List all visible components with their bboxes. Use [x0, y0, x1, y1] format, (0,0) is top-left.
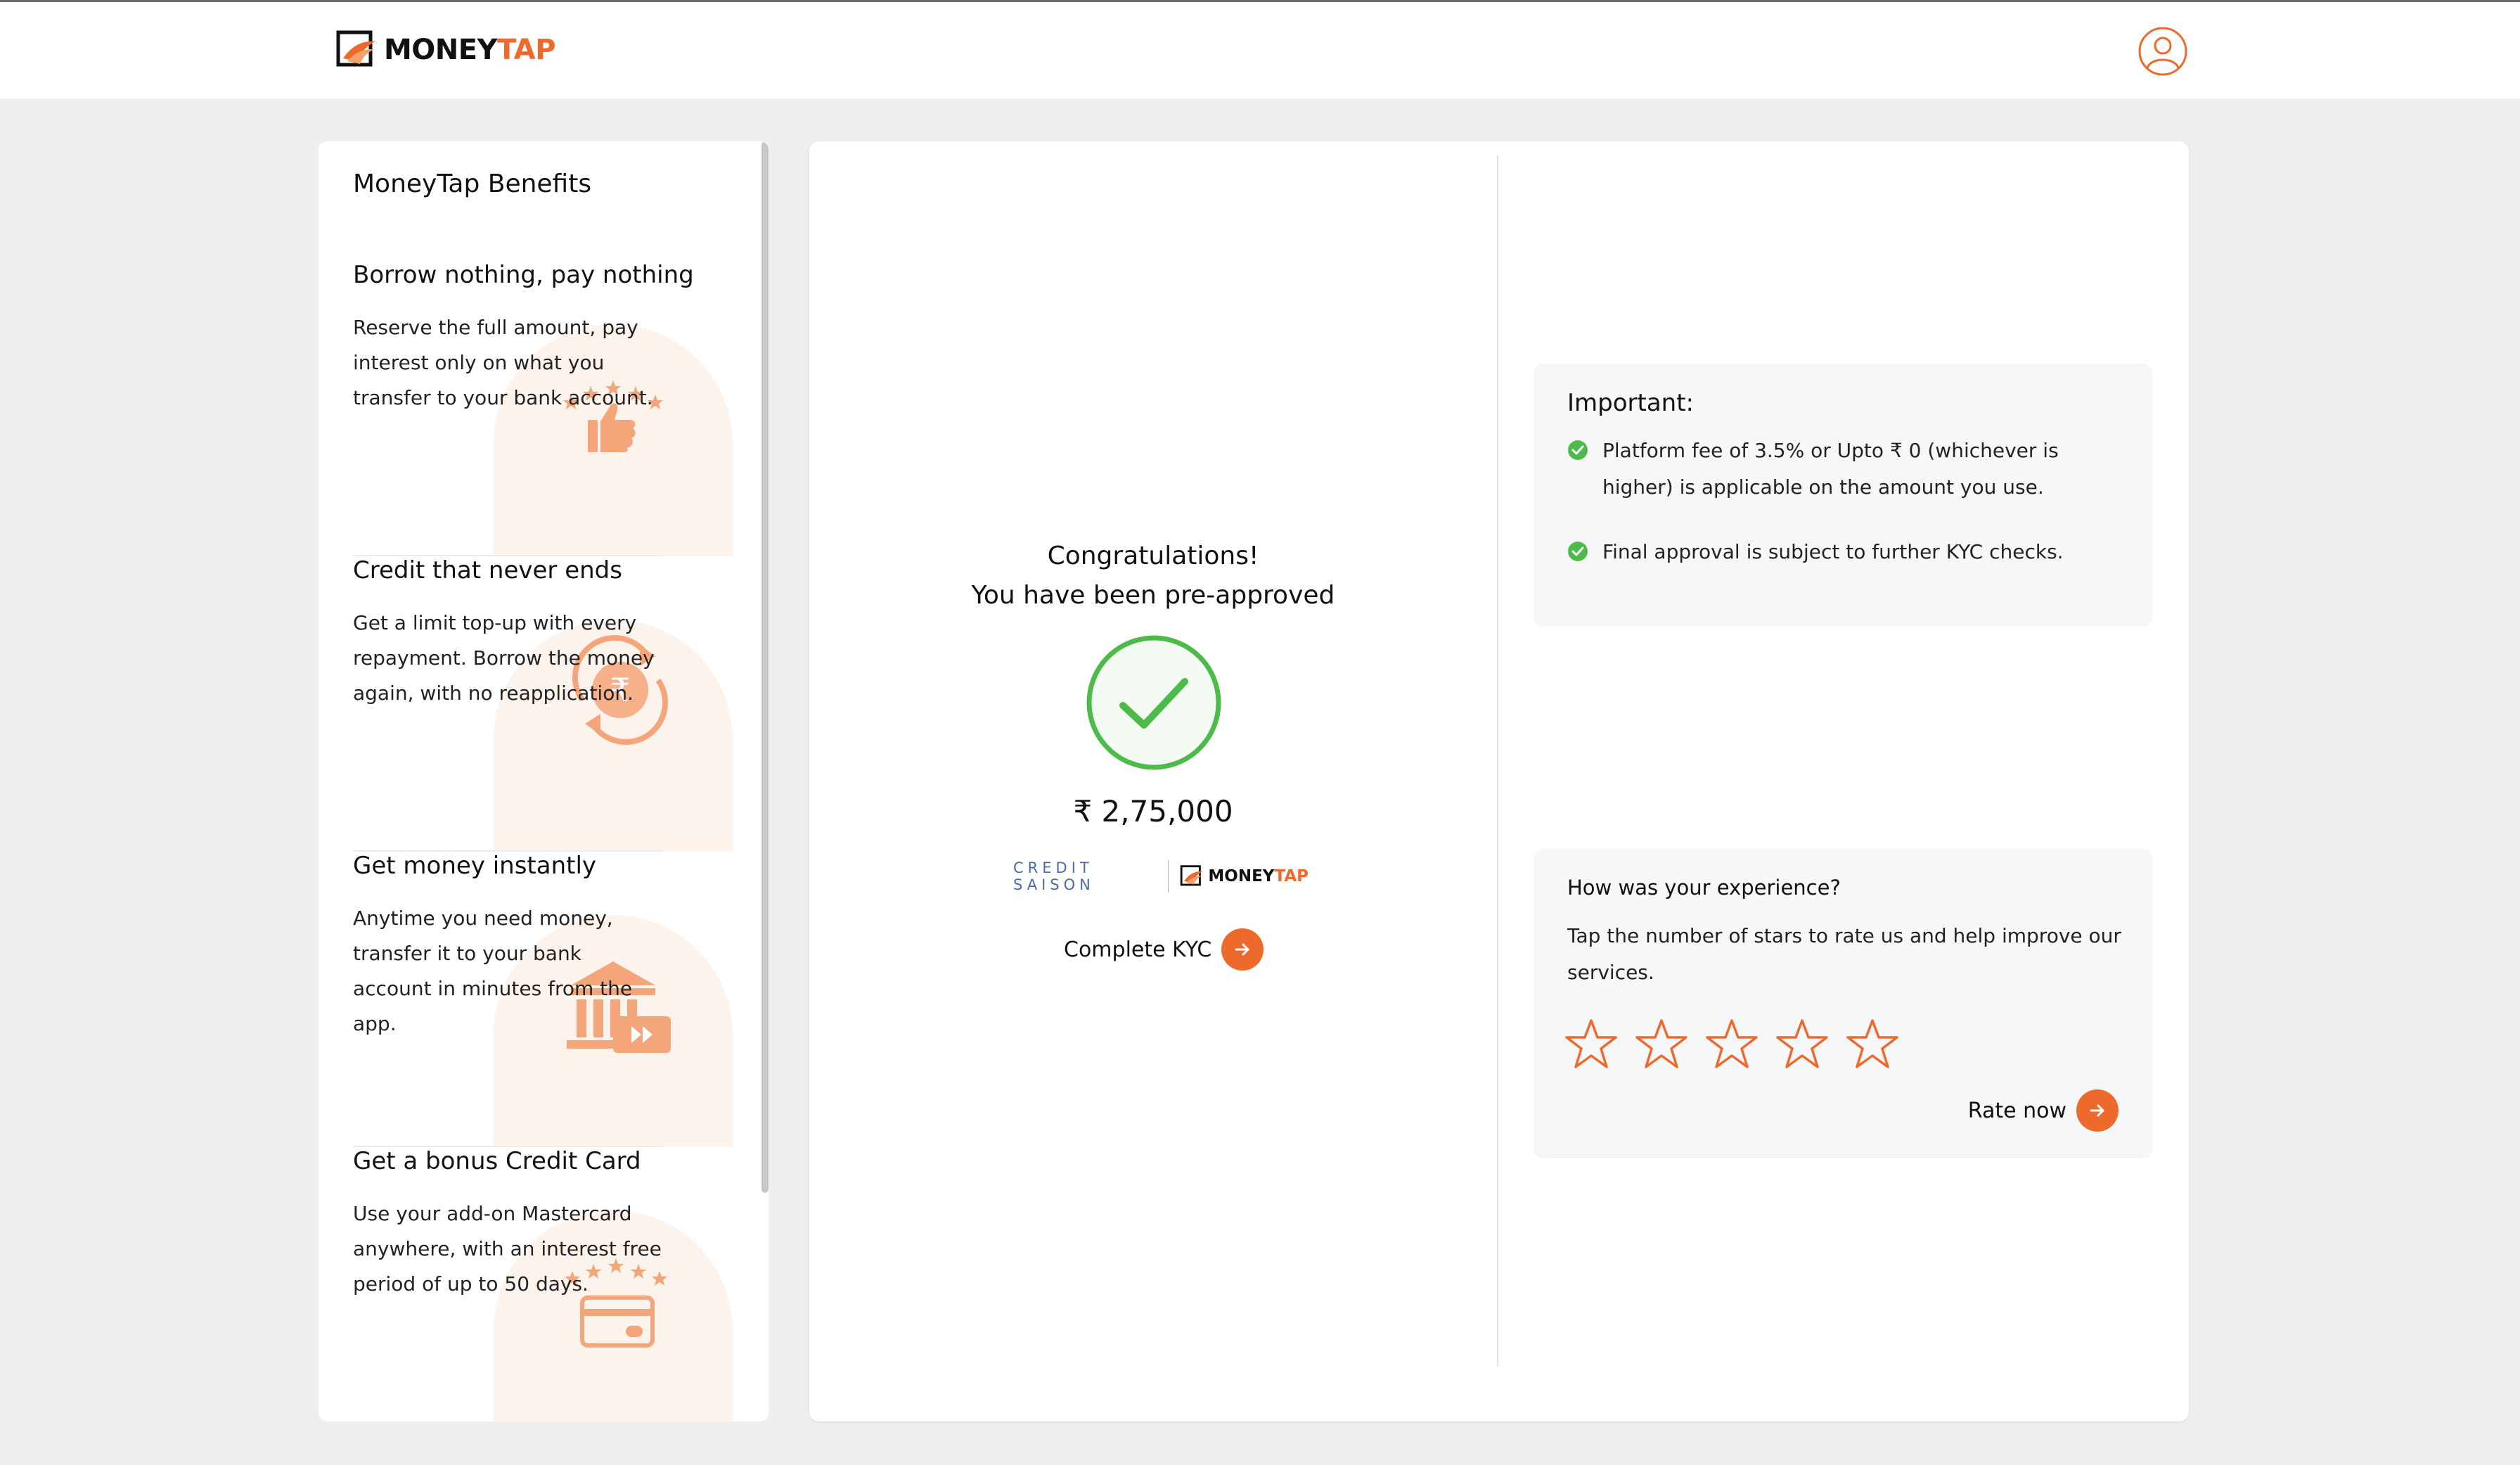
- small-logo-money: MONEY: [1208, 867, 1275, 885]
- benefit-description: Get a limit top-up with every repayment.…: [353, 611, 655, 705]
- benefit-description: Reserve the full amount, pay interest on…: [353, 316, 653, 409]
- success-check-icon: [1086, 635, 1221, 770]
- important-title: Important:: [1567, 389, 1695, 417]
- congrats-line-2: You have been pre-approved: [971, 581, 1335, 610]
- header: MONEYTAP: [0, 2, 2520, 98]
- important-item-text: Platform fee of 3.5% or Upto ₹ 0 (whiche…: [1602, 439, 2059, 499]
- benefit-item: Get a bonus Credit Card Use your add-on …: [353, 1147, 733, 1421]
- star-icon[interactable]: [1775, 1018, 1829, 1070]
- benefit-title: Get a bonus Credit Card: [353, 1147, 641, 1175]
- approved-amount: ₹ 2,75,000: [1073, 794, 1233, 829]
- star-rating: [1564, 1018, 1916, 1070]
- logo-text-tap: TAP: [497, 34, 556, 66]
- vertical-divider: [1497, 155, 1498, 1367]
- star-icon[interactable]: [1846, 1018, 1899, 1070]
- benefit-title: Borrow nothing, pay nothing: [353, 261, 694, 289]
- experience-description: Tap the number of stars to rate us and h…: [1567, 924, 2121, 984]
- benefit-item: Credit that never ends Get a limit top-u…: [353, 556, 733, 852]
- benefit-description: Anytime you need money, transfer it to y…: [353, 907, 633, 1035]
- important-item: Platform fee of 3.5% or Upto ₹ 0 (whiche…: [1567, 433, 2130, 506]
- user-icon[interactable]: [2138, 26, 2188, 77]
- congrats-line-1: Congratulations!: [1047, 542, 1259, 570]
- benefit-item: Borrow nothing, pay nothing Reserve the …: [353, 261, 733, 556]
- small-logo-tap: TAP: [1274, 867, 1309, 885]
- sidebar-scrollbar[interactable]: [761, 141, 769, 1193]
- star-icon[interactable]: [1635, 1018, 1688, 1070]
- small-logo-text: MONEYTAP: [1208, 867, 1309, 885]
- important-item: Final approval is subject to further KYC…: [1567, 534, 2130, 570]
- partner-logos: CREDIT SAISON MONEYTAP: [1013, 859, 1309, 894]
- logo-text: MONEYTAP: [384, 34, 556, 66]
- star-icon[interactable]: [1705, 1018, 1759, 1070]
- benefit-title: Credit that never ends: [353, 556, 622, 584]
- rate-now-label: Rate now: [1967, 1098, 2066, 1123]
- important-item-text: Final approval is subject to further KYC…: [1602, 540, 2064, 563]
- star-icon[interactable]: [1564, 1018, 1618, 1070]
- arrow-right-icon[interactable]: [2076, 1089, 2119, 1132]
- moneytap-logo[interactable]: MONEYTAP: [336, 29, 556, 71]
- experience-title: How was your experience?: [1567, 876, 1841, 900]
- arrow-right-icon[interactable]: [1221, 928, 1264, 971]
- check-circle-icon: [1568, 440, 1588, 460]
- main-card: Congratulations! You have been pre-appro…: [809, 141, 2189, 1421]
- benefit-item: Get money instantly Anytime you need mon…: [353, 852, 733, 1147]
- logo-text-money: MONEY: [384, 34, 498, 66]
- moneytap-small-logo: MONEYTAP: [1180, 865, 1309, 888]
- complete-kyc-button[interactable]: Complete KYC: [1064, 928, 1264, 971]
- check-circle-icon: [1568, 542, 1588, 561]
- logo-separator: [1167, 860, 1169, 893]
- rate-now-button[interactable]: Rate now: [1968, 1089, 2119, 1132]
- moneytap-logo-icon: [336, 30, 375, 67]
- benefit-title: Get money instantly: [353, 852, 597, 880]
- experience-rating: How was your experience? Tap the number …: [1534, 849, 2152, 1158]
- benefit-description: Use your add-on Mastercard anywhere, wit…: [353, 1202, 662, 1296]
- credit-saison-logo: CREDIT SAISON: [1013, 859, 1095, 893]
- moneytap-logo-icon: [1181, 865, 1203, 886]
- important-notes: Important: Platform fee of 3.5% or Upto …: [1534, 364, 2152, 627]
- sidebar-title: MoneyTap Benefits: [353, 169, 592, 198]
- benefits-sidebar: MoneyTap Benefits Borrow nothing, pay no…: [319, 141, 769, 1421]
- congrats-message: Congratulations! You have been pre-appro…: [809, 537, 1497, 615]
- complete-kyc-label: Complete KYC: [1064, 937, 1212, 962]
